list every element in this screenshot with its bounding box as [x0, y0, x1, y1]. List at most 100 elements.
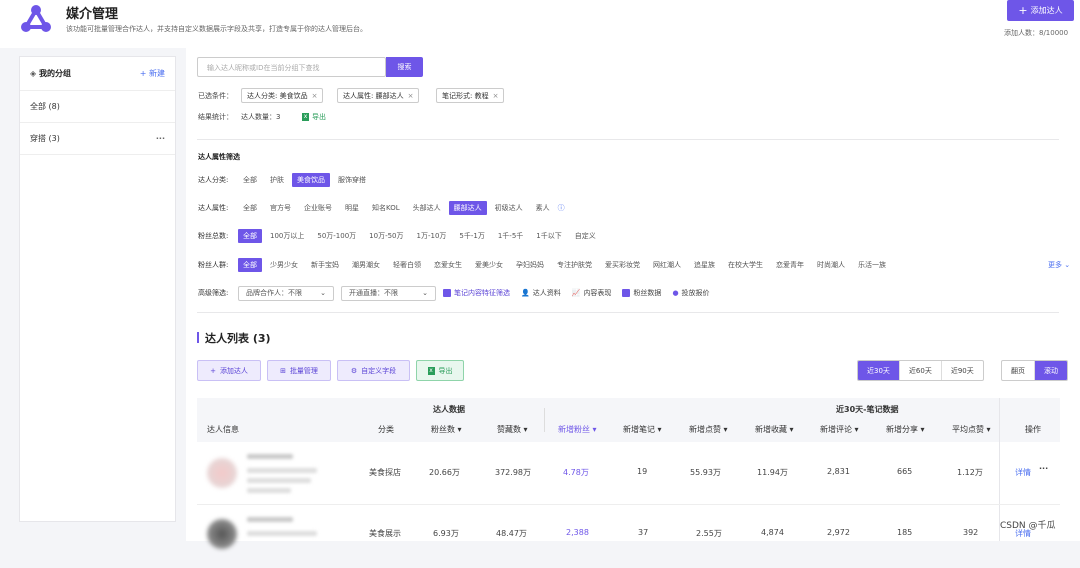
divider — [544, 408, 545, 432]
condition-tag[interactable]: 达人分类: 美食饮品 × — [241, 88, 324, 103]
creator-table: 达人数据 近30天-笔记数据 达人信息 分类 粉丝数 ▾ 赞藏数 ▾ 新增粉丝 … — [197, 398, 1060, 549]
crowd-option[interactable]: 乐活一族 — [853, 258, 891, 272]
column-header-sortable[interactable]: 赞藏数 ▾ — [497, 424, 528, 435]
cell-new-fans: 4.78万 — [563, 468, 589, 477]
mode-scroll[interactable]: 滚动 — [1035, 361, 1067, 380]
add-creator-list-button[interactable]: + 添加达人 — [197, 360, 261, 381]
export-link[interactable]: x 导出 — [302, 112, 326, 122]
help-icon[interactable]: ⓘ — [558, 203, 565, 213]
range-90-days[interactable]: 近90天 — [942, 361, 983, 380]
crowd-option[interactable]: 少男少女 — [265, 258, 303, 272]
sort-icon: ▾ — [723, 425, 728, 434]
crowd-option[interactable]: 全部 — [238, 258, 262, 272]
filter-section-title: 达人属性筛选 — [198, 153, 240, 161]
attribute-option[interactable]: 知名KOL — [367, 201, 405, 215]
column-header-sortable[interactable]: 新增粉丝 ▾ — [558, 424, 597, 435]
performance-link[interactable]: 📈 内容表现 — [572, 288, 612, 298]
category-option[interactable]: 服饰穿搭 — [333, 173, 371, 187]
detail-link[interactable]: 详情 — [1015, 467, 1031, 478]
new-group-button[interactable]: + 新建 — [140, 68, 165, 79]
category-option[interactable]: 美食饮品 — [292, 173, 330, 187]
column-header-sortable[interactable]: 新增点赞 ▾ — [689, 424, 728, 435]
fans-range-option[interactable]: 自定义 — [570, 229, 601, 243]
quote-link[interactable]: ● 投放报价 — [672, 288, 709, 298]
category-option[interactable]: 护肤 — [265, 173, 289, 187]
column-header-sortable[interactable]: 新增收藏 ▾ — [755, 424, 794, 435]
crowd-option[interactable]: 新手宝妈 — [306, 258, 344, 272]
range-30-days[interactable]: 近30天 — [858, 361, 900, 380]
link-label: 达人资料 — [532, 289, 561, 297]
crowd-option[interactable]: 在校大学生 — [723, 258, 768, 272]
brand-partner-select[interactable]: 品牌合作人：不限 ⌄ — [238, 285, 334, 301]
column-header-sortable[interactable]: 粉丝数 ▾ — [431, 424, 462, 435]
sidebar-item-outfit[interactable]: 穿搭 (3) ··· — [20, 123, 175, 155]
filter-row-crowd: 粉丝人群: 全部 少男少女 新手宝妈 潮男潮女 轻奢白领 恋爱女生 爱美少女 孕妇妈妈 专注护肤党… — [198, 258, 894, 272]
close-icon[interactable]: × — [408, 92, 414, 100]
button-label: 自定义字段 — [361, 366, 397, 375]
crowd-option[interactable]: 时尚潮人 — [812, 258, 850, 272]
column-header-sortable[interactable]: 新增评论 ▾ — [820, 424, 859, 435]
attribute-option[interactable]: 企业账号 — [299, 201, 337, 215]
hierarchy-icon: ⊞ — [280, 366, 286, 375]
crowd-option[interactable]: 网红潮人 — [648, 258, 686, 272]
crowd-option[interactable]: 追星族 — [689, 258, 720, 272]
mode-paging[interactable]: 翻页 — [1002, 361, 1035, 380]
search-input[interactable]: 输入达人昵称或ID在当前分组下查找 — [197, 57, 386, 77]
content-feature-link[interactable]: 笔记内容特征筛选 — [443, 288, 510, 298]
button-label: 添加达人 — [219, 366, 248, 375]
filter-row-fans: 粉丝总数: 全部 100万以上 50万-100万 10万-50万 1万-10万 5千-1万 1… — [198, 229, 604, 243]
crowd-option[interactable]: 恋爱青年 — [771, 258, 809, 272]
fans-data-link[interactable]: 粉丝数据 — [622, 288, 661, 298]
batch-manage-button[interactable]: ⊞ 批量管理 — [267, 360, 331, 381]
condition-tag[interactable]: 笔记形式: 教程 × — [436, 88, 505, 103]
range-60-days[interactable]: 近60天 — [900, 361, 942, 380]
fans-range-option[interactable]: 1千-5千 — [493, 229, 528, 243]
condition-tag-label: 达人分类: 美食饮品 — [247, 91, 308, 100]
filter-label: 粉丝总数: — [198, 232, 229, 240]
search-button[interactable]: 搜索 — [386, 57, 423, 77]
profile-link[interactable]: 👤 达人资料 — [521, 288, 561, 298]
export-button[interactable]: x 导出 — [416, 360, 464, 381]
crowd-option[interactable]: 专注护肤党 — [552, 258, 597, 272]
category-option[interactable]: 全部 — [238, 173, 262, 187]
attribute-option[interactable]: 腰部达人 — [448, 201, 487, 215]
close-icon[interactable]: × — [312, 92, 318, 100]
sort-icon: ▾ — [592, 425, 597, 434]
crowd-option[interactable]: 轻奢白领 — [388, 258, 426, 272]
cell-avg-likes: 392 — [963, 528, 979, 537]
column-header-sortable[interactable]: 平均点赞 ▾ — [952, 424, 991, 435]
more-filters-button[interactable]: 更多 ⌄ — [1048, 260, 1070, 270]
more-menu-icon[interactable]: ··· — [1039, 464, 1048, 473]
attribute-option[interactable]: 初级达人 — [490, 201, 528, 215]
sort-icon: ▾ — [854, 425, 859, 434]
fans-range-option[interactable]: 1万-10万 — [412, 229, 452, 243]
fans-range-option[interactable]: 全部 — [238, 229, 262, 243]
close-icon[interactable]: × — [493, 92, 499, 100]
column-header-sortable[interactable]: 新增分享 ▾ — [886, 424, 925, 435]
sidebar-item-all[interactable]: 全部 (8) — [20, 91, 175, 123]
select-value: 品牌合作人：不限 — [246, 289, 302, 297]
crowd-option[interactable]: 爱买彩妆党 — [600, 258, 645, 272]
fans-range-option[interactable]: 100万以上 — [265, 229, 309, 243]
fans-range-option[interactable]: 10万-50万 — [364, 229, 408, 243]
attribute-option[interactable]: 明星 — [340, 201, 364, 215]
attribute-option[interactable]: 头部达人 — [408, 201, 446, 215]
crowd-option[interactable]: 恋爱女生 — [429, 258, 467, 272]
attribute-option[interactable]: 素人 — [531, 201, 555, 215]
column-header-sortable[interactable]: 新增笔记 ▾ — [623, 424, 662, 435]
fans-range-option[interactable]: 5千-1万 — [454, 229, 489, 243]
crowd-option[interactable]: 爱美少女 — [470, 258, 508, 272]
crowd-option[interactable]: 潮男潮女 — [347, 258, 385, 272]
fans-range-option[interactable]: 1千以下 — [531, 229, 566, 243]
mode-selector: 翻页 滚动 — [1001, 360, 1068, 381]
custom-fields-button[interactable]: ⚙ 自定义字段 — [337, 360, 410, 381]
live-stream-select[interactable]: 开通直播：不限 ⌄ — [341, 285, 436, 301]
cell-new-fans: 2,388 — [566, 528, 589, 537]
crowd-option[interactable]: 孕妇妈妈 — [511, 258, 549, 272]
add-creator-button[interactable]: + 添加达人 — [1007, 0, 1074, 21]
attribute-option[interactable]: 官方号 — [265, 201, 296, 215]
fans-range-option[interactable]: 50万-100万 — [312, 229, 361, 243]
condition-tag[interactable]: 达人属性: 腰部达人 × — [337, 88, 420, 103]
attribute-option[interactable]: 全部 — [238, 201, 262, 215]
more-menu-icon[interactable]: ··· — [156, 134, 165, 143]
